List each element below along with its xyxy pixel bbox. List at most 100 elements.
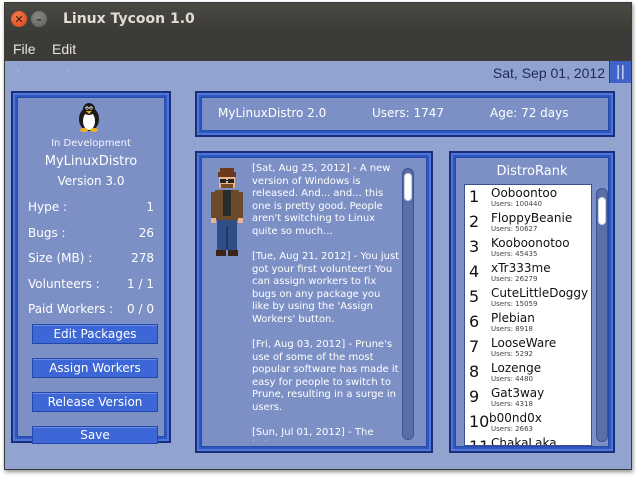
stat-label: Size (MB) : [28, 251, 93, 265]
window-title: Linux Tycoon 1.0 [63, 11, 195, 27]
rank-distro-name: Lozenge [491, 361, 542, 375]
rank-number: 5 [469, 287, 480, 306]
distro-panel: In Development MyLinuxDistro Version 3.0… [11, 91, 171, 444]
rank-number: 4 [469, 262, 480, 281]
release-version-button[interactable]: Release Version [32, 392, 158, 412]
current-distro-label: MyLinuxDistro 2.0 [218, 106, 327, 120]
list-item[interactable]: 2 FloppyBeanie Users: 50627 [465, 210, 591, 235]
stat-value: 1 / 1 [127, 277, 154, 291]
app-window: ✕ – Linux Tycoon 1.0 File Edit · · Sat, … [4, 2, 632, 470]
rank-distro-name: Ooboontoo [491, 186, 558, 200]
rank-number: 3 [469, 237, 480, 256]
distro-version: Version 3.0 [57, 174, 125, 188]
distrorank-scrollbar[interactable] [596, 188, 608, 442]
news-scroll-thumb[interactable] [404, 173, 412, 201]
rank-number: 8 [469, 362, 480, 381]
rank-users: Users: 4318 [491, 400, 533, 408]
news-panel-inner: [Sat, Aug 25, 2012] - A new version of W… [201, 157, 427, 447]
rank-distro-name: b00nd0x [489, 411, 542, 425]
distrorank-scroll-thumb[interactable] [598, 197, 606, 225]
stat-paid-workers: Paid Workers : 0 / 0 [28, 302, 154, 316]
list-item[interactable]: 10 b00nd0x Users: 2663 [465, 410, 591, 435]
menu-bar: File Edit [5, 37, 631, 61]
distrorank-list[interactable]: 1 Ooboontoo Users: 100440 2 FloppyBeanie… [464, 184, 592, 446]
title-bar: ✕ – Linux Tycoon 1.0 [5, 3, 631, 37]
rank-users: Users: 4480 [491, 375, 533, 383]
stat-value: 1 [146, 200, 154, 214]
list-item[interactable]: 7 LooseWare Users: 5292 [465, 335, 591, 360]
news-item: [Fri, Aug 03, 2012] - Prune's use of som… [252, 339, 399, 413]
news-item: [Sun, Jul 01, 2012] - The bul... [252, 427, 374, 441]
assign-workers-button[interactable]: Assign Workers [32, 358, 158, 378]
rank-number: 10 [469, 412, 490, 431]
list-item[interactable]: 1 Ooboontoo Users: 100440 [465, 185, 591, 210]
stat-value: 278 [131, 251, 154, 265]
edit-packages-button[interactable]: Edit Packages [32, 324, 158, 344]
stat-label: Bugs : [28, 226, 66, 240]
rank-distro-name: LooseWare [491, 336, 557, 350]
rank-number: 11 [469, 437, 489, 445]
tux-penguin-icon [79, 103, 99, 132]
rank-users: Users: 15059 [491, 300, 538, 308]
rank-distro-name: Plebian [491, 311, 535, 325]
save-button[interactable]: Save [32, 426, 158, 444]
rank-distro-name: ChakaLaka [491, 436, 557, 446]
rank-users: Users: 26279 [491, 275, 538, 283]
list-item[interactable]: 5 CuteLittleDoggy Users: 15059 [465, 285, 591, 310]
rank-distro-name: Gat3way [491, 386, 545, 400]
menu-file[interactable]: File [13, 41, 36, 57]
distro-name: MyLinuxDistro [44, 154, 138, 169]
rank-number: 1 [469, 187, 480, 206]
user-count: Users: 1747 [372, 106, 444, 120]
stat-bugs: Bugs : 26 [28, 226, 154, 240]
list-item[interactable]: 8 Lozenge Users: 4480 [465, 360, 591, 385]
distro-panel-inner: In Development MyLinuxDistro Version 3.0… [17, 97, 165, 444]
news-panel: [Sat, Aug 25, 2012] - A new version of W… [195, 151, 433, 453]
rank-users: Users: 2663 [491, 425, 533, 433]
game-area: · · Sat, Sep 01, 2012 || In Development … [5, 61, 631, 469]
pause-button[interactable]: || [609, 61, 631, 83]
decorative-dot: · [17, 67, 20, 76]
rank-users: Users: 100440 [491, 200, 542, 208]
stat-label: Volunteers : [28, 277, 100, 291]
decorative-dot: · [67, 67, 70, 76]
rank-number: 9 [469, 387, 480, 406]
list-item[interactable]: 6 Plebian Users: 8918 [465, 310, 591, 335]
distrorank-panel-inner: DistroRank 1 Ooboontoo Users: 100440 2 F… [455, 157, 609, 447]
list-item[interactable]: 4 xTr333me Users: 26279 [465, 260, 591, 285]
rank-number: 6 [469, 312, 480, 331]
rank-users: Users: 50627 [491, 225, 538, 233]
list-item[interactable]: 9 Gat3way Users: 4318 [465, 385, 591, 410]
stat-hype: Hype : 1 [28, 200, 154, 214]
stat-value: 0 / 0 [127, 302, 154, 316]
rank-distro-name: FloppyBeanie [491, 211, 573, 225]
development-status: In Development [51, 138, 131, 149]
info-bar: MyLinuxDistro 2.0 Users: 1747 Age: 72 da… [195, 91, 615, 137]
distrorank-title: DistroRank [496, 164, 568, 179]
minimize-window-button[interactable]: – [31, 11, 47, 27]
news-scrollbar[interactable] [402, 168, 414, 440]
rank-users: Users: 5292 [491, 350, 533, 358]
distro-age: Age: 72 days [490, 106, 569, 120]
rank-number: 2 [469, 212, 480, 231]
news-feed: [Sat, Aug 25, 2012] - A new version of W… [252, 163, 400, 441]
rank-distro-name: CuteLittleDoggy [491, 286, 589, 300]
stat-volunteers: Volunteers : 1 / 1 [28, 277, 154, 291]
game-date: Sat, Sep 01, 2012 [492, 65, 605, 81]
rank-users: Users: 8918 [491, 325, 533, 333]
stat-label: Paid Workers : [28, 302, 114, 316]
rank-users: Users: 45435 [491, 250, 538, 258]
list-item[interactable]: 3 Kooboonotoo Users: 45435 [465, 235, 591, 260]
list-item[interactable]: 11 ChakaLaka [465, 435, 591, 446]
rank-distro-name: Kooboonotoo [491, 236, 570, 250]
stat-value: 26 [138, 226, 154, 240]
menu-edit[interactable]: Edit [52, 41, 76, 57]
news-item: [Tue, Aug 21, 2012] - You just got your … [252, 251, 400, 325]
stat-size: Size (MB) : 278 [28, 251, 154, 265]
close-window-button[interactable]: ✕ [11, 11, 27, 27]
window-controls: ✕ – [11, 11, 47, 27]
rank-distro-name: xTr333me [491, 261, 551, 275]
rank-number: 7 [469, 337, 480, 356]
news-item: [Sat, Aug 25, 2012] - A new version of W… [252, 163, 391, 237]
info-bar-inner: MyLinuxDistro 2.0 Users: 1747 Age: 72 da… [201, 97, 609, 131]
